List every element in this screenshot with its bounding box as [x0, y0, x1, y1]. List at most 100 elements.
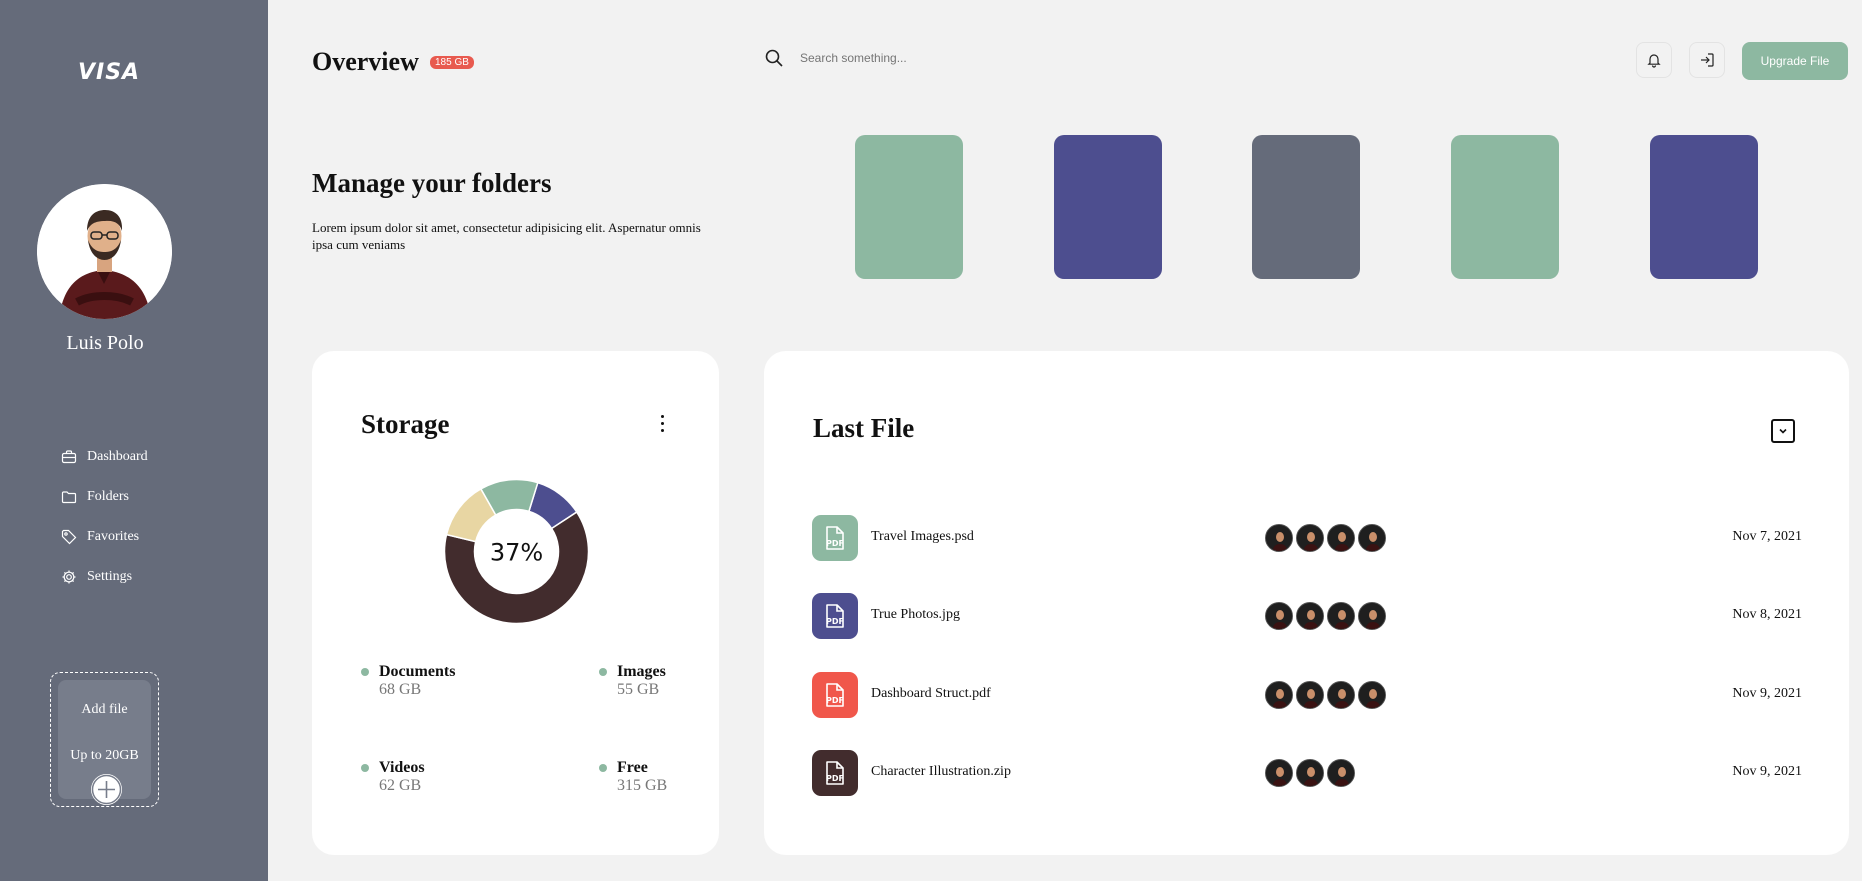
add-file-subtitle: Up to 20GB	[70, 748, 139, 763]
sidebar-item-label: Folders	[87, 489, 129, 504]
shared-user-avatar[interactable]	[1265, 681, 1293, 709]
legend-free: Free 315 GB	[599, 759, 668, 795]
shared-user-avatar[interactable]	[1327, 759, 1355, 787]
last-file-card: Last File PDF Travel Images.psd Nov 7, 2…	[764, 351, 1849, 855]
main-content: Overview 185 GB Upgrade File Manage your…	[268, 0, 1862, 881]
storage-percent: 37%	[490, 539, 543, 567]
shared-user-avatar[interactable]	[1296, 602, 1324, 630]
search-icon[interactable]	[764, 48, 784, 68]
hero-text: Lorem ipsum dolor sit amet, consectetur …	[312, 220, 701, 252]
tag-icon	[61, 529, 77, 545]
pdf-file-icon: PDF	[812, 672, 858, 718]
last-file-dropdown[interactable]	[1771, 419, 1795, 443]
storage-donut-chart: 37%	[444, 479, 589, 624]
sidebar-item-label: Favorites	[87, 529, 140, 544]
add-file-button[interactable]	[91, 774, 122, 805]
briefcase-icon	[61, 450, 77, 464]
legend-value: 55 GB	[617, 681, 660, 698]
sidebar-item-folders[interactable]: Folders	[61, 477, 148, 517]
add-file-panel[interactable]: Add file Up to 20GB	[50, 672, 159, 807]
storage-title: Storage	[361, 409, 450, 439]
add-file-title: Add file	[81, 702, 128, 717]
plus-icon	[91, 774, 122, 805]
user-avatar[interactable]	[37, 184, 172, 319]
upgrade-file-button[interactable]: Upgrade File	[1742, 42, 1848, 80]
shared-user-avatar[interactable]	[1296, 759, 1324, 787]
pdf-file-icon: PDF	[812, 515, 858, 561]
folder-card[interactable]	[1650, 135, 1758, 279]
sidebar-item-settings[interactable]: Settings	[61, 557, 148, 597]
shared-user-avatar[interactable]	[1265, 524, 1293, 552]
storage-card: Storage 37% Documents 68 GB Images 55 GB…	[312, 351, 719, 855]
shared-user-avatar[interactable]	[1265, 759, 1293, 787]
visa-logo[interactable]: VISA	[78, 60, 139, 85]
legend-images: Images 55 GB	[599, 663, 666, 699]
legend-value: 315 GB	[617, 777, 668, 794]
shared-user-avatar[interactable]	[1327, 602, 1355, 630]
page-title: Overview	[312, 47, 419, 76]
file-date: Nov 7, 2021	[1732, 529, 1802, 544]
notifications-button[interactable]	[1636, 42, 1672, 78]
file-row[interactable]: PDF Dashboard Struct.pdf Nov 9, 2021	[812, 672, 1802, 718]
file-date: Nov 9, 2021	[1732, 686, 1802, 701]
file-type-label: PDF	[826, 696, 844, 705]
more-options-icon[interactable]	[658, 415, 666, 435]
user-name: Luis Polo	[66, 332, 144, 354]
file-row[interactable]: PDF Character Illustration.zip Nov 9, 20…	[812, 750, 1802, 796]
legend-documents: Documents 68 GB	[361, 663, 456, 699]
legend-label: Videos	[379, 759, 425, 776]
folder-card[interactable]	[1054, 135, 1162, 279]
search-input[interactable]	[800, 51, 1060, 65]
file-date: Nov 9, 2021	[1732, 764, 1802, 779]
pdf-file-icon: PDF	[812, 750, 858, 796]
legend-videos: Videos 62 GB	[361, 759, 425, 795]
shared-user-avatar[interactable]	[1358, 681, 1386, 709]
folder-icon	[61, 491, 77, 504]
legend-dot	[361, 668, 369, 676]
logout-button[interactable]	[1689, 42, 1725, 78]
pdf-file-icon: PDF	[812, 593, 858, 639]
file-name: True Photos.jpg	[871, 607, 960, 622]
sidebar-item-label: Dashboard	[87, 449, 148, 464]
legend-value: 68 GB	[379, 681, 422, 698]
folder-card[interactable]	[1451, 135, 1559, 279]
last-file-title: Last File	[813, 413, 915, 443]
file-row[interactable]: PDF Travel Images.psd Nov 7, 2021	[812, 515, 1802, 561]
search-bar	[764, 48, 1060, 68]
legend-label: Documents	[379, 663, 456, 680]
legend-dot	[599, 668, 607, 676]
shared-user-avatar[interactable]	[1358, 524, 1386, 552]
file-type-label: PDF	[826, 774, 844, 783]
shared-avatars	[1265, 681, 1389, 709]
shared-user-avatar[interactable]	[1296, 681, 1324, 709]
sidebar-item-label: Settings	[87, 569, 133, 584]
shared-user-avatar[interactable]	[1358, 602, 1386, 630]
shared-avatars	[1265, 602, 1389, 630]
login-icon	[1701, 53, 1714, 67]
shared-avatars	[1265, 524, 1389, 552]
add-file-box: Add file Up to 20GB	[58, 680, 151, 805]
sidebar: VISA Luis Polo Dashboard Folders Favorit…	[0, 0, 268, 881]
shared-user-avatar[interactable]	[1296, 524, 1324, 552]
hero-title: Manage your folders	[312, 168, 552, 198]
shared-user-avatar[interactable]	[1327, 681, 1355, 709]
sidebar-item-dashboard[interactable]: Dashboard	[61, 437, 148, 477]
legend-dot	[361, 764, 369, 772]
storage-badge: 185 GB	[430, 56, 474, 69]
shared-user-avatar[interactable]	[1327, 524, 1355, 552]
sidebar-item-favorites[interactable]: Favorites	[61, 517, 148, 557]
file-name: Dashboard Struct.pdf	[871, 686, 991, 701]
folder-card[interactable]	[855, 135, 963, 279]
shared-user-avatar[interactable]	[1265, 602, 1293, 630]
file-name: Travel Images.psd	[871, 529, 974, 544]
folder-card[interactable]	[1252, 135, 1360, 279]
legend-label: Free	[617, 759, 648, 776]
legend-label: Images	[617, 663, 666, 680]
file-row[interactable]: PDF True Photos.jpg Nov 8, 2021	[812, 593, 1802, 639]
legend-dot	[599, 764, 607, 772]
sidebar-nav: Dashboard Folders Favorites Settings	[61, 437, 148, 597]
bell-icon	[1647, 54, 1661, 68]
chevron-down-icon	[1779, 428, 1787, 434]
file-type-label: PDF	[826, 539, 844, 548]
file-date: Nov 8, 2021	[1732, 607, 1802, 622]
